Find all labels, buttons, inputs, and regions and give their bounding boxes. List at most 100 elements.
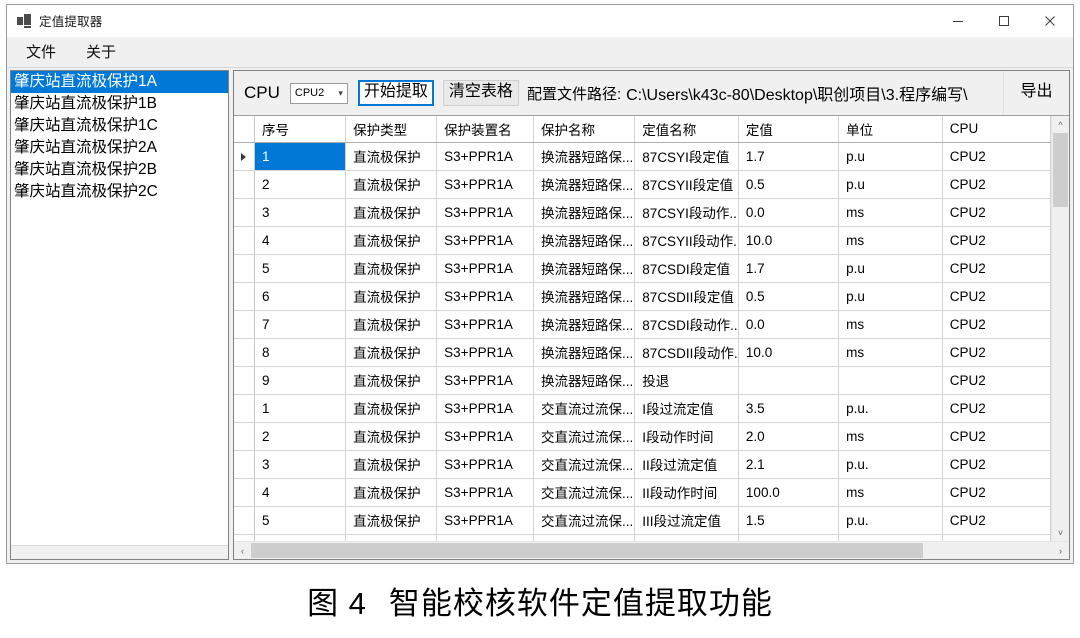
table-cell[interactable]: 7: [254, 310, 347, 339]
chevron-down-icon[interactable]: ˅: [1052, 524, 1069, 541]
table-cell[interactable]: 直流极保护: [345, 506, 438, 535]
table-row[interactable]: 6直流极保护S3+PPR1A交直流过流保...III段切系统时间4000.0ms…: [234, 534, 1051, 541]
table-cell[interactable]: 投退: [634, 366, 739, 395]
table-cell[interactable]: S3+PPR1A: [436, 254, 534, 283]
table-cell[interactable]: 5: [254, 254, 347, 283]
table-cell[interactable]: 直流极保护: [345, 338, 438, 367]
table-cell[interactable]: 换流器短路保...: [533, 310, 636, 339]
table-cell[interactable]: 87CSDI段动作...: [634, 310, 739, 339]
table-cell[interactable]: CPU2: [942, 394, 1051, 423]
table-cell[interactable]: 直流极保护: [345, 198, 438, 227]
table-cell[interactable]: 换流器短路保...: [533, 338, 636, 367]
table-row[interactable]: 9 直流极保护 S3+PPR1A 换流器短路保... 投退 CPU2: [234, 366, 1051, 395]
row-indicator-cell[interactable]: [234, 394, 255, 423]
device-list[interactable]: 肇庆站直流极保护1A 肇庆站直流极保护1B 肇庆站直流极保护1C 肇庆站直流极保…: [11, 71, 228, 545]
row-indicator-cell[interactable]: [234, 254, 255, 283]
table-cell[interactable]: 87CSDI段定值: [634, 254, 739, 283]
table-cell[interactable]: 4: [254, 478, 347, 507]
table-cell[interactable]: S3+PPR1A: [436, 282, 534, 311]
clear-table-button[interactable]: 清空表格: [442, 80, 519, 106]
column-header-protect-type[interactable]: 保护类型: [345, 116, 438, 143]
table-row[interactable]: 3 直流极保护 S3+PPR1A 交直流过流保... II段过流定值 2.1 p.u. CPU…: [234, 450, 1051, 479]
table-cell[interactable]: p.u: [838, 170, 943, 199]
column-header-protect-name[interactable]: 保护名称: [533, 116, 636, 143]
column-header-index[interactable]: 序号: [254, 116, 347, 143]
table-cell[interactable]: 直流极保护: [345, 422, 438, 451]
sidebar-item-device-1a[interactable]: 肇庆站直流极保护1A: [11, 71, 228, 93]
table-cell[interactable]: 87CSYI段动作...: [634, 198, 739, 227]
cpu-select[interactable]: CPU2 ▾: [289, 82, 348, 104]
table-cell[interactable]: 9: [254, 366, 347, 395]
menu-item-about[interactable]: 关于: [75, 42, 127, 63]
table-cell[interactable]: 交直流过流保...: [533, 394, 636, 423]
table-cell[interactable]: ms: [838, 198, 943, 227]
column-header-setting-value[interactable]: 定值: [738, 116, 840, 143]
vscroll-track[interactable]: [1052, 133, 1069, 524]
table-row[interactable]: 5 直流极保护 S3+PPR1A 交直流过流保... III段过流定值 1.5 p.u. CP…: [234, 506, 1051, 535]
row-indicator-cell[interactable]: [234, 506, 255, 535]
grid-horizontal-scrollbar[interactable]: ‹ ›: [234, 541, 1069, 559]
chevron-right-icon[interactable]: ›: [1052, 542, 1069, 559]
table-cell[interactable]: p.u.: [838, 506, 943, 535]
column-header-setting-name[interactable]: 定值名称: [634, 116, 739, 143]
table-cell[interactable]: 直流极保护: [345, 534, 438, 541]
table-cell[interactable]: 8: [254, 338, 347, 367]
table-cell[interactable]: 直流极保护: [345, 450, 438, 479]
chevron-up-icon[interactable]: ^: [1052, 116, 1069, 133]
table-cell[interactable]: 6: [254, 282, 347, 311]
table-cell[interactable]: 4000.0: [738, 534, 840, 541]
column-header-cpu[interactable]: CPU: [942, 116, 1051, 143]
table-row[interactable]: 7 直流极保护 S3+PPR1A 换流器短路保... 87CSDI段动作... 0.0 ms…: [234, 310, 1051, 339]
table-cell[interactable]: S3+PPR1A: [436, 142, 534, 171]
table-cell[interactable]: 1: [254, 394, 347, 423]
table-cell[interactable]: 87CSDII段定值: [634, 282, 739, 311]
start-extract-button[interactable]: 开始提取: [357, 80, 434, 106]
table-cell[interactable]: S3+PPR1A: [436, 226, 534, 255]
table-cell[interactable]: 87CSYI段定值: [634, 142, 739, 171]
hscroll-thumb[interactable]: [251, 543, 923, 558]
table-cell[interactable]: S3+PPR1A: [436, 422, 534, 451]
close-button[interactable]: [1027, 5, 1073, 36]
table-cell[interactable]: 3.5: [738, 394, 840, 423]
table-cell[interactable]: CPU2: [942, 226, 1051, 255]
table-cell[interactable]: 100.0: [738, 478, 840, 507]
table-cell[interactable]: 1.5: [738, 506, 840, 535]
table-row[interactable]: 2 直流极保护 S3+PPR1A 交直流过流保... I段动作时间 2.0 ms CPU2: [234, 422, 1051, 451]
table-cell[interactable]: 4: [254, 226, 347, 255]
table-cell[interactable]: CPU2: [942, 450, 1051, 479]
table-cell[interactable]: p.u.: [838, 394, 943, 423]
table-cell[interactable]: 2.0: [738, 422, 840, 451]
row-indicator-cell[interactable]: [234, 366, 255, 395]
table-cell[interactable]: 交直流过流保...: [533, 422, 636, 451]
sidebar-item-device-2b[interactable]: 肇庆站直流极保护2B: [11, 159, 228, 181]
table-row[interactable]: 4 直流极保护 S3+PPR1A 换流器短路保... 87CSYII段动作... 10.0…: [234, 226, 1051, 255]
table-cell[interactable]: 10.0: [738, 338, 840, 367]
sidebar-item-device-1c[interactable]: 肇庆站直流极保护1C: [11, 115, 228, 137]
table-cell[interactable]: CPU2: [942, 282, 1051, 311]
table-cell[interactable]: 3: [254, 198, 347, 227]
row-indicator-cell[interactable]: [234, 422, 255, 451]
row-indicator-cell[interactable]: [234, 142, 255, 171]
table-cell[interactable]: 10.0: [738, 226, 840, 255]
table-cell[interactable]: I段过流定值: [634, 394, 739, 423]
table-row[interactable]: 2 直流极保护 S3+PPR1A 换流器短路保... 87CSYII段定值 0.5 p.u C…: [234, 170, 1051, 199]
table-cell[interactable]: 换流器短路保...: [533, 366, 636, 395]
table-cell[interactable]: 交直流过流保...: [533, 506, 636, 535]
export-button[interactable]: 导出: [1003, 71, 1069, 115]
table-cell[interactable]: 直流极保护: [345, 142, 438, 171]
table-cell[interactable]: ms: [838, 338, 943, 367]
table-cell[interactable]: p.u: [838, 282, 943, 311]
table-cell[interactable]: 0.5: [738, 282, 840, 311]
table-cell[interactable]: 0.0: [738, 310, 840, 339]
table-cell[interactable]: 直流极保护: [345, 478, 438, 507]
table-row[interactable]: 1 直流极保护 S3+PPR1A 交直流过流保... I段过流定值 3.5 p.u. CPU2: [234, 394, 1051, 423]
table-cell[interactable]: p.u: [838, 142, 943, 171]
table-cell[interactable]: S3+PPR1A: [436, 310, 534, 339]
table-cell[interactable]: p.u: [838, 254, 943, 283]
table-cell[interactable]: 87CSYII段动作...: [634, 226, 739, 255]
table-cell[interactable]: 直流极保护: [345, 254, 438, 283]
table-cell[interactable]: CPU2: [942, 142, 1051, 171]
table-cell[interactable]: S3+PPR1A: [436, 506, 534, 535]
table-cell[interactable]: 交直流过流保...: [533, 478, 636, 507]
table-row[interactable]: 8 直流极保护 S3+PPR1A 换流器短路保... 87CSDII段动作... 10.0…: [234, 338, 1051, 367]
